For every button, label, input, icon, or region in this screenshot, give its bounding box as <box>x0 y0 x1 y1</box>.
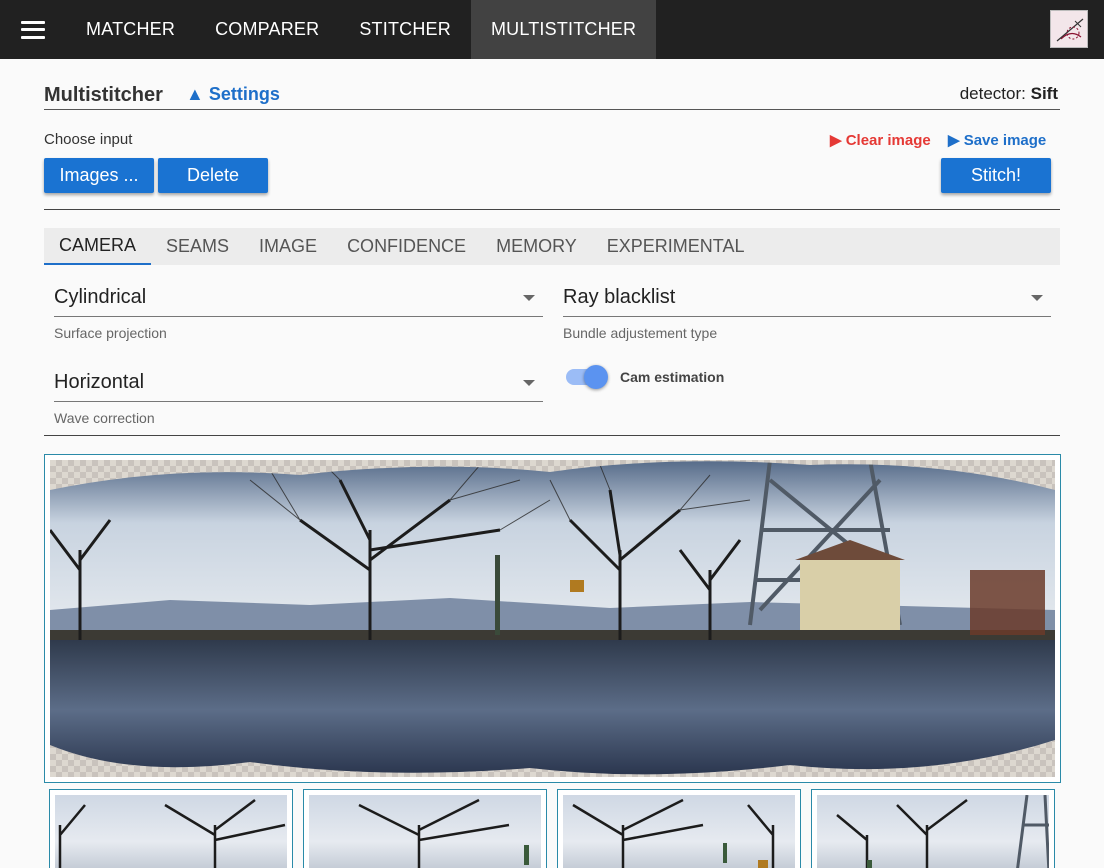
divider <box>44 435 1060 436</box>
bundle-adjustment-select[interactable]: Ray blacklist <box>563 281 1051 317</box>
detector-value: Sift <box>1030 84 1058 103</box>
clear-image-link[interactable]: ▶ Clear image <box>830 131 931 149</box>
tab-seams[interactable]: SEAMS <box>151 228 244 265</box>
delete-button[interactable]: Delete <box>158 158 268 193</box>
settings-toggle-link[interactable]: ▲ Settings <box>186 84 280 105</box>
thumbnail-image <box>55 795 287 868</box>
toggle-knob <box>584 365 608 389</box>
bundle-adjustment-hint: Bundle adjustement type <box>563 325 718 341</box>
nav-tab-stitcher[interactable]: STITCHER <box>339 0 471 59</box>
nav-tab-comparer[interactable]: COMPARER <box>195 0 339 59</box>
nav-tab-matcher[interactable]: MATCHER <box>66 0 195 59</box>
tab-image[interactable]: IMAGE <box>244 228 332 265</box>
tab-experimental[interactable]: EXPERIMENTAL <box>592 228 760 265</box>
surface-projection-hint: Surface projection <box>54 325 167 341</box>
settings-tabs: CAMERA SEAMS IMAGE CONFIDENCE MEMORY EXP… <box>44 228 1060 265</box>
thumbnail-image <box>309 795 541 868</box>
detector-prefix: detector: <box>959 84 1026 103</box>
app-logo-icon[interactable] <box>1050 10 1088 48</box>
surface-projection-select[interactable]: Cylindrical <box>54 281 543 317</box>
tab-camera[interactable]: CAMERA <box>44 228 152 265</box>
page-title: Multistitcher <box>44 84 163 106</box>
menu-icon[interactable] <box>0 0 66 59</box>
tab-memory[interactable]: MEMORY <box>481 228 592 265</box>
source-thumbnail[interactable] <box>557 789 801 868</box>
source-thumbnail[interactable] <box>49 789 293 868</box>
wave-correction-value: Horizontal <box>54 371 145 393</box>
chevron-down-icon <box>523 295 535 301</box>
nav-tab-multistitcher[interactable]: MULTISTITCHER <box>470 0 657 59</box>
images-button[interactable]: Images ... <box>44 158 154 193</box>
wave-correction-select[interactable]: Horizontal <box>54 366 543 402</box>
panorama-canvas <box>50 460 1055 777</box>
source-thumbnail[interactable] <box>303 789 547 868</box>
cam-estimation-label: Cam estimation <box>620 369 725 385</box>
stitch-button[interactable]: Stitch! <box>941 158 1051 193</box>
save-image-link[interactable]: ▶ Save image <box>948 131 1046 149</box>
top-nav-bar: MATCHER COMPARER STITCHER MULTISTITCHER <box>0 0 1104 59</box>
thumbnail-image <box>817 795 1049 868</box>
page-header: Multistitcher ▲ Settings detector: Sift <box>44 80 1060 110</box>
cam-estimation-toggle[interactable] <box>566 365 608 389</box>
wave-correction-hint: Wave correction <box>54 410 155 426</box>
detector-indicator: detector: Sift <box>960 84 1058 104</box>
chevron-down-icon <box>523 380 535 386</box>
divider <box>44 209 1060 210</box>
chevron-down-icon <box>1031 295 1043 301</box>
surface-projection-value: Cylindrical <box>54 286 147 308</box>
thumbnail-image <box>563 795 795 868</box>
choose-input-label: Choose input <box>44 131 133 148</box>
source-thumbnail[interactable] <box>811 789 1055 868</box>
bundle-adjustment-value: Ray blacklist <box>563 286 676 308</box>
tab-confidence[interactable]: CONFIDENCE <box>332 228 481 265</box>
stitched-panorama <box>44 454 1061 783</box>
